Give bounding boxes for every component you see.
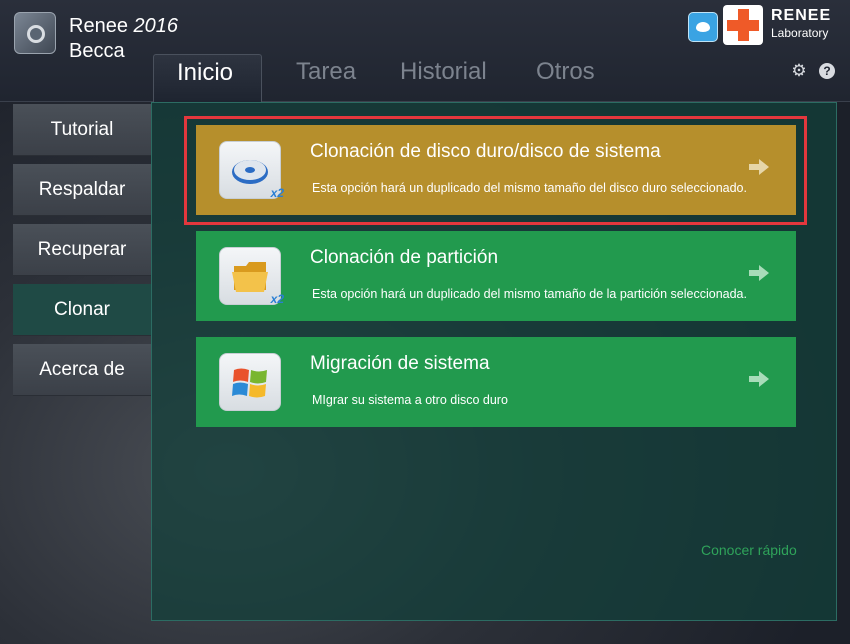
sidebar-item-recuperar[interactable]: Recuperar bbox=[13, 224, 151, 276]
selection-highlight bbox=[184, 116, 807, 225]
sidebar-item-tutorial[interactable]: Tutorial bbox=[13, 104, 151, 156]
header-bar: Renee 2016 Becca Inicio Tarea Historial … bbox=[0, 0, 850, 102]
brand-subtitle: Laboratory bbox=[771, 26, 829, 40]
tab-inicio[interactable]: Inicio bbox=[153, 54, 262, 102]
gear-icon[interactable]: ⚙ bbox=[791, 62, 807, 79]
sidebar-item-respaldar[interactable]: Respaldar bbox=[13, 164, 151, 216]
app-window: Renee 2016 Becca Inicio Tarea Historial … bbox=[0, 0, 850, 644]
partition-folder-clone-icon: x2 bbox=[219, 247, 284, 306]
brand-name: RENEE bbox=[771, 7, 832, 24]
card-system-migration[interactable]: Migración de sistema MIgrar su sistema a… bbox=[196, 337, 796, 427]
tab-tarea[interactable]: Tarea bbox=[296, 54, 356, 102]
sidebar-item-acerca-de[interactable]: Acerca de bbox=[13, 344, 151, 396]
sidebar-item-clonar[interactable]: Clonar bbox=[13, 284, 151, 336]
card-title: Clonación de partición bbox=[310, 247, 499, 268]
arrow-right-icon bbox=[749, 371, 769, 387]
card-description: MIgrar su sistema a otro disco duro bbox=[312, 393, 508, 407]
windows-logo-icon bbox=[219, 353, 281, 411]
tab-otros[interactable]: Otros bbox=[536, 54, 595, 102]
card-title: Migración de sistema bbox=[310, 353, 490, 374]
app-product: Becca bbox=[69, 40, 125, 62]
card-description: Esta opción hará un duplicado del mismo … bbox=[312, 287, 747, 301]
twitter-icon[interactable] bbox=[688, 12, 718, 42]
tab-historial[interactable]: Historial bbox=[400, 54, 487, 102]
renee-logo-icon bbox=[723, 5, 763, 45]
app-logo-icon bbox=[14, 12, 56, 54]
quick-start-link[interactable]: Conocer rápido bbox=[701, 542, 797, 558]
arrow-right-icon bbox=[749, 265, 769, 281]
card-badge: x2 bbox=[270, 292, 284, 306]
help-icon[interactable]: ? bbox=[819, 63, 835, 79]
app-name: Renee bbox=[69, 15, 128, 37]
app-version: 2016 bbox=[133, 15, 179, 37]
card-partition-clone[interactable]: x2 Clonación de partición Esta opción ha… bbox=[196, 231, 796, 321]
